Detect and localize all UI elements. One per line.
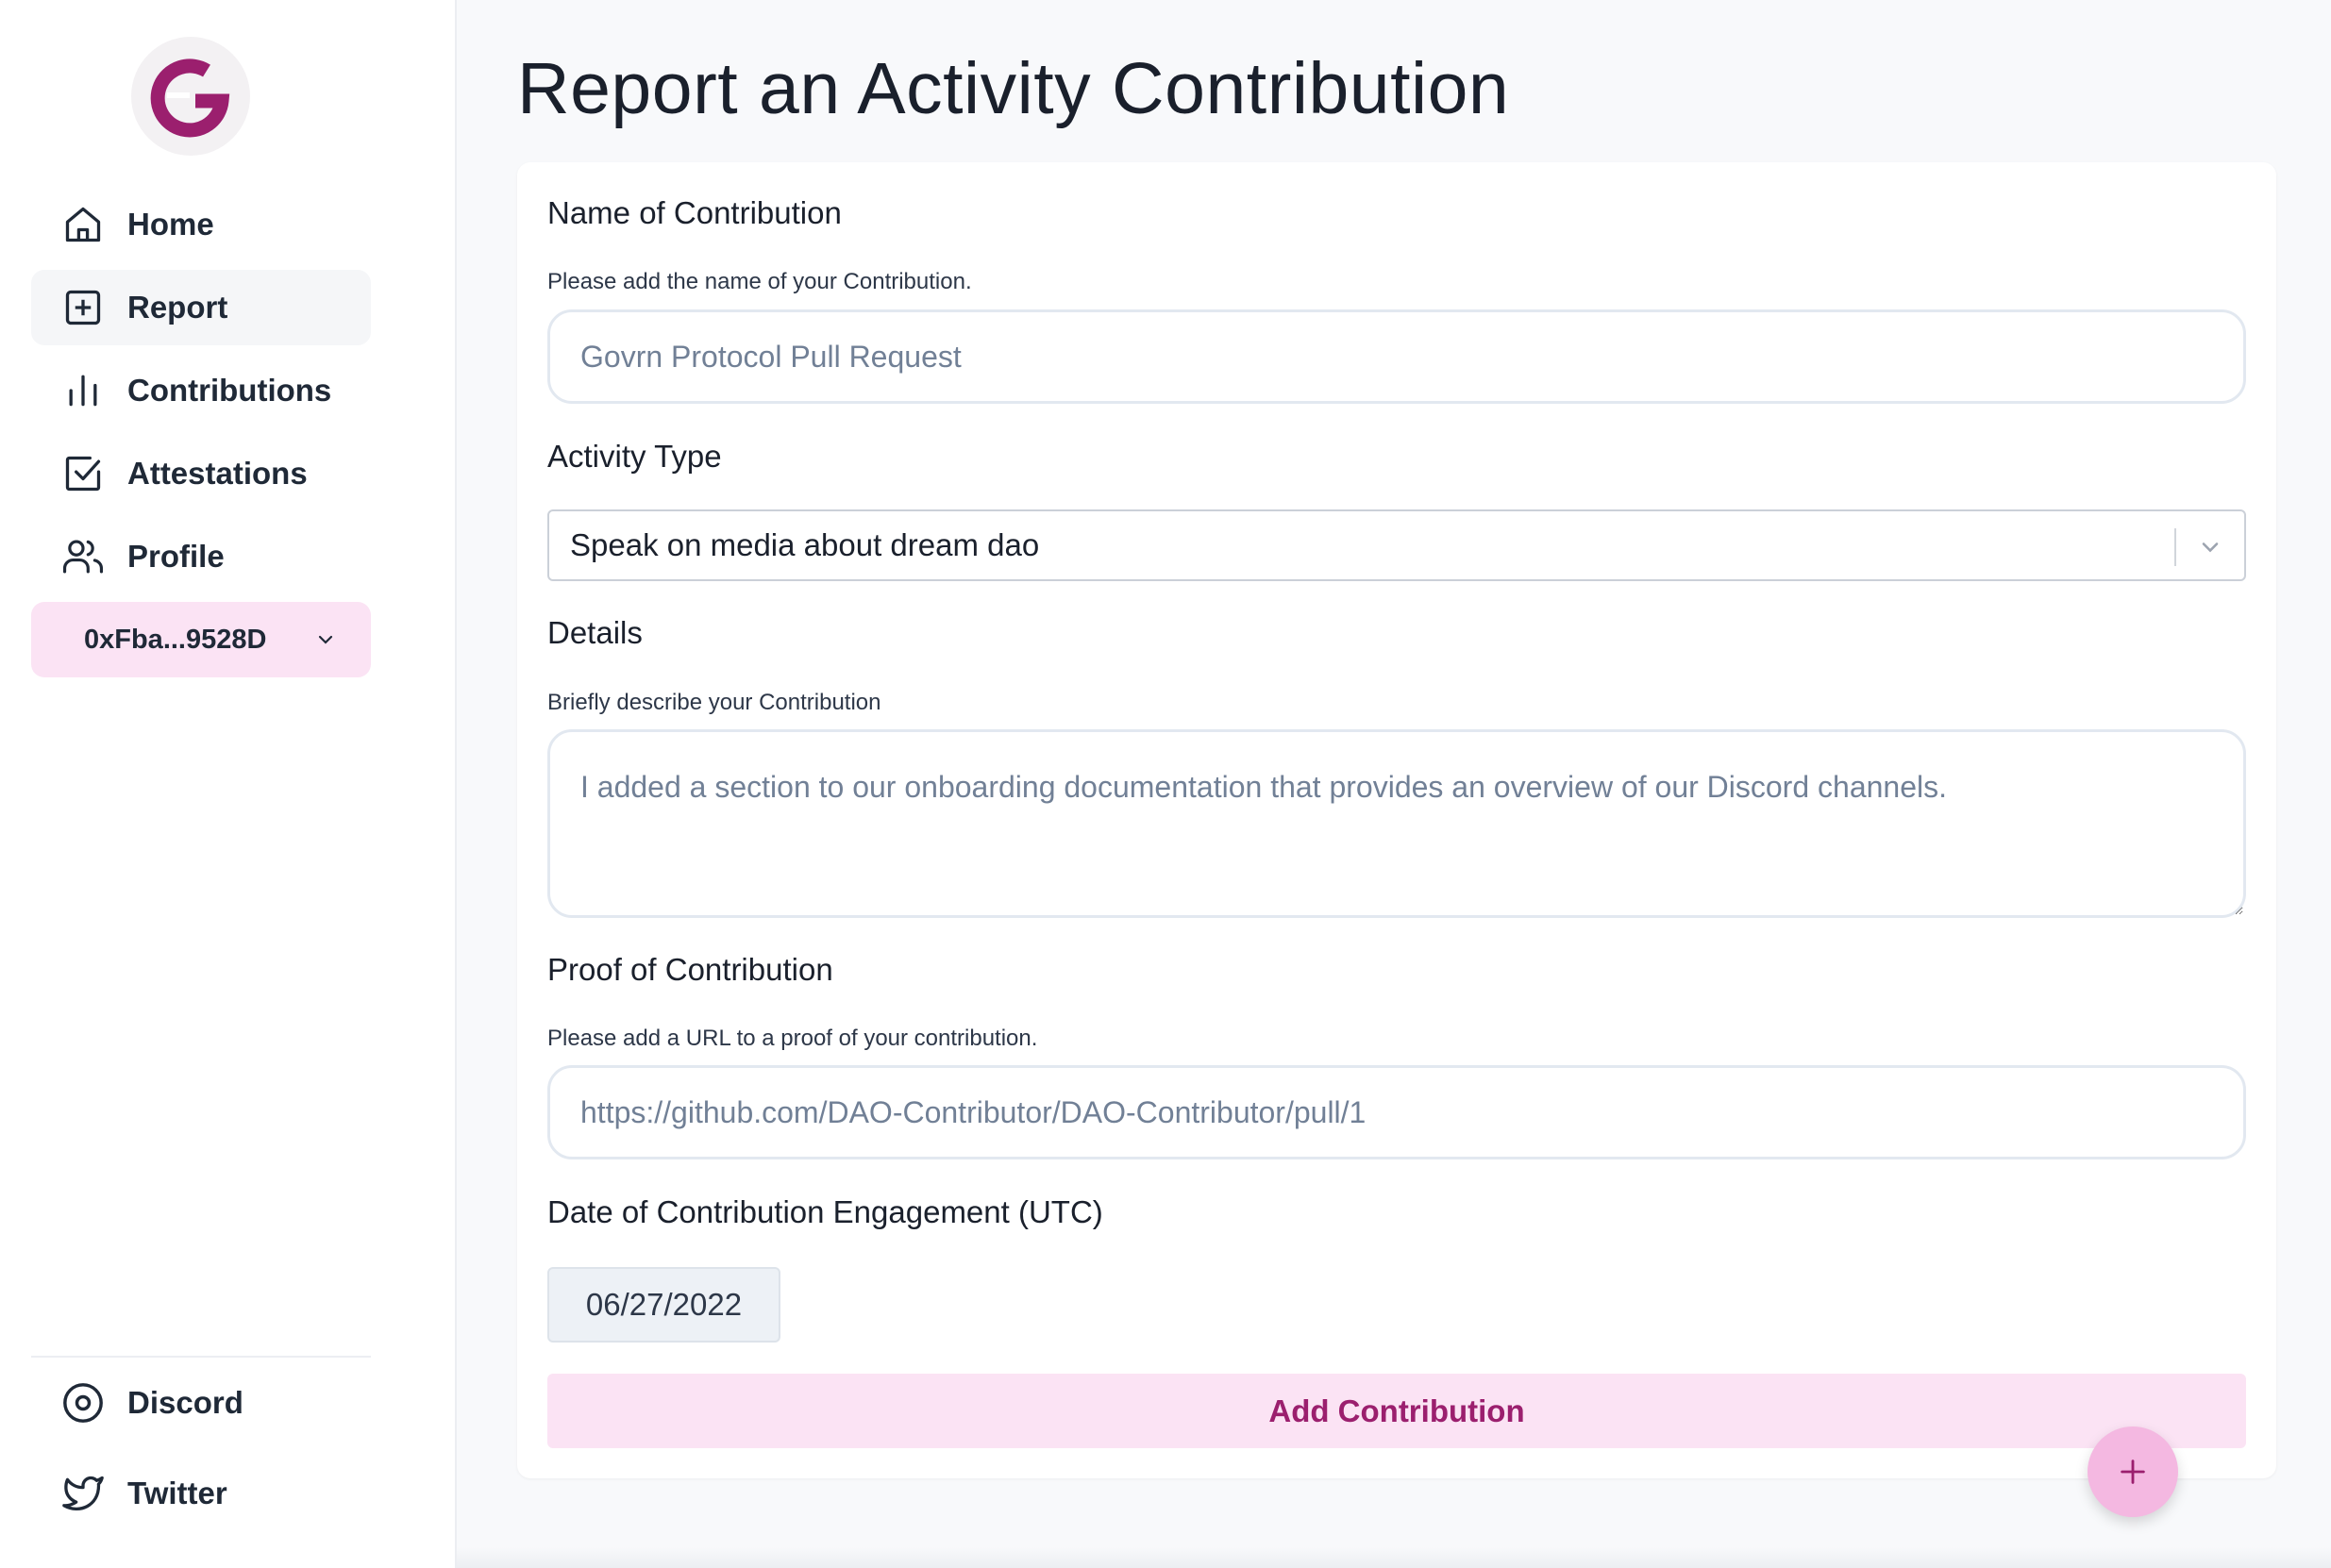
wallet-address: 0xFba...9528D: [84, 624, 267, 655]
sidebar-item-label: Contributions: [127, 373, 332, 408]
sidebar-link-discord[interactable]: Discord: [31, 1365, 371, 1441]
add-contribution-button[interactable]: Add Contribution: [547, 1374, 2246, 1448]
wallet-menu-button[interactable]: 0xFba...9528D: [31, 602, 371, 677]
sidebar-item-attestations[interactable]: Attestations: [31, 436, 371, 511]
select-separator: [2174, 528, 2176, 566]
floating-add-button[interactable]: [2088, 1426, 2178, 1517]
check-square-icon: [61, 452, 105, 495]
chevron-down-icon: [318, 635, 333, 644]
bar-chart-icon: [61, 369, 105, 412]
proof-helper: Please add a URL to a proof of your cont…: [547, 1026, 1038, 1051]
proof-url-input[interactable]: [547, 1065, 2246, 1159]
sidebar-item-report[interactable]: Report: [31, 270, 371, 345]
sidebar-item-label: Report: [127, 290, 228, 325]
sidebar: Home Report Contributions Attestations P…: [0, 0, 457, 1568]
govrn-logo[interactable]: [131, 37, 250, 156]
govrn-logo-icon: [150, 58, 230, 138]
page-title: Report an Activity Contribution: [517, 48, 1510, 129]
date-picker-input[interactable]: 06/27/2022: [547, 1267, 780, 1343]
chevron-down-icon: [2202, 542, 2219, 553]
sidebar-item-label: Profile: [127, 539, 225, 574]
date-label: Date of Contribution Engagement (UTC): [547, 1194, 1103, 1229]
details-label: Details: [547, 615, 643, 650]
sidebar-item-label: Twitter: [127, 1476, 227, 1510]
sidebar-link-twitter[interactable]: Twitter: [31, 1456, 371, 1531]
sidebar-item-home[interactable]: Home: [31, 187, 371, 262]
twitter-icon: [61, 1472, 105, 1515]
name-label: Name of Contribution: [547, 195, 842, 230]
details-helper: Briefly describe your Contribution: [547, 690, 881, 715]
activity-type-select[interactable]: Speak on media about dream dao: [547, 509, 2246, 581]
plus-icon: [2121, 1460, 2145, 1484]
users-icon: [61, 535, 105, 578]
sidebar-item-label: Discord: [127, 1385, 243, 1420]
contribution-name-input[interactable]: [547, 309, 2246, 404]
activity-type-value: Speak on media about dream dao: [570, 527, 1040, 562]
sidebar-item-label: Home: [127, 207, 214, 242]
sidebar-divider: [31, 1356, 371, 1358]
home-icon: [61, 203, 105, 246]
details-textarea[interactable]: [547, 729, 2246, 918]
name-helper: Please add the name of your Contribution…: [547, 269, 972, 294]
bottom-edge: [457, 1547, 2331, 1568]
proof-label: Proof of Contribution: [547, 952, 833, 987]
plus-square-icon: [61, 286, 105, 329]
discord-icon: [61, 1381, 105, 1425]
sidebar-item-profile[interactable]: Profile: [31, 519, 371, 594]
sidebar-item-contributions[interactable]: Contributions: [31, 353, 371, 428]
date-value: 06/27/2022: [585, 1287, 743, 1322]
activity-type-label: Activity Type: [547, 439, 722, 474]
sidebar-item-label: Attestations: [127, 456, 308, 491]
